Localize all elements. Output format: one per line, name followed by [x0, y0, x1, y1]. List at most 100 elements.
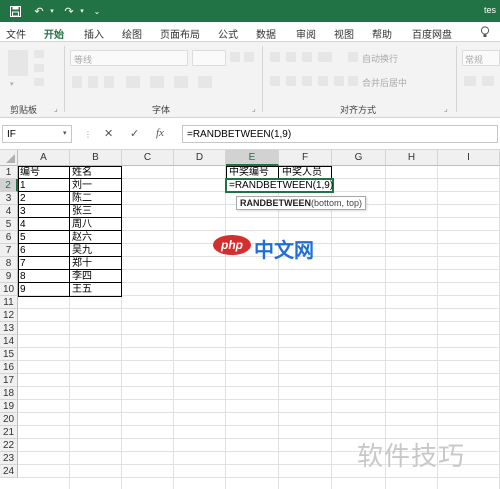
row-header-8[interactable]: 8: [0, 257, 18, 270]
align-right-icon[interactable]: [302, 76, 312, 86]
font-launcher-icon[interactable]: ⌟: [252, 104, 256, 113]
row-header-14[interactable]: 14: [0, 335, 18, 348]
increase-indent-icon[interactable]: [334, 76, 344, 86]
cell-b6[interactable]: 赵六: [70, 231, 92, 244]
row-header-10[interactable]: 10: [0, 283, 18, 296]
tab-insert[interactable]: 插入: [84, 26, 104, 41]
row-header-23[interactable]: 23: [0, 452, 18, 465]
bold-icon[interactable]: [72, 76, 82, 88]
cell-a6[interactable]: 5: [18, 231, 26, 244]
increase-font-icon[interactable]: [230, 52, 240, 62]
row-header-24[interactable]: 24: [0, 465, 18, 478]
row-header-17[interactable]: 17: [0, 374, 18, 387]
cell-b10[interactable]: 王五: [70, 283, 92, 296]
cell-e2-editor[interactable]: =RANDBETWEEN(1,9): [227, 179, 333, 192]
cell-b4[interactable]: 张三: [70, 205, 92, 218]
tab-view[interactable]: 视图: [334, 26, 354, 41]
column-header-c[interactable]: C: [122, 150, 174, 166]
cut-icon[interactable]: [34, 50, 44, 58]
row-header-13[interactable]: 13: [0, 322, 18, 335]
tab-review[interactable]: 审阅: [296, 26, 316, 41]
row-header-21[interactable]: 21: [0, 426, 18, 439]
decrease-font-icon[interactable]: [244, 52, 254, 62]
row-header-11[interactable]: 11: [0, 296, 18, 309]
cell-a1[interactable]: 编号: [18, 166, 40, 179]
customize-toolbar-icon[interactable]: ⌄: [92, 4, 102, 18]
font-size-box[interactable]: [192, 50, 226, 66]
redo-dropdown-icon[interactable]: ▾: [78, 4, 86, 18]
align-left-icon[interactable]: [270, 76, 280, 86]
paste-icon[interactable]: [8, 50, 28, 76]
cell-b5[interactable]: 周八: [70, 218, 92, 231]
row-header-2[interactable]: 2: [0, 179, 18, 192]
undo-dropdown-icon[interactable]: ▾: [48, 4, 56, 18]
row-header-20[interactable]: 20: [0, 413, 18, 426]
lightbulb-icon[interactable]: [480, 26, 490, 41]
column-header-g[interactable]: G: [332, 150, 386, 166]
currency-icon[interactable]: [464, 76, 476, 86]
cancel-icon[interactable]: ✕: [104, 127, 113, 140]
wrap-text-label[interactable]: 自动换行: [362, 52, 398, 65]
column-header-f[interactable]: F: [279, 150, 332, 166]
tab-home[interactable]: 开始: [44, 26, 64, 46]
cell-b7[interactable]: 吴九: [70, 244, 92, 257]
tab-file[interactable]: 文件: [6, 26, 26, 41]
tab-data[interactable]: 数据: [256, 26, 276, 41]
align-middle-icon[interactable]: [286, 52, 296, 62]
cell-a7[interactable]: 6: [18, 244, 26, 257]
column-header-d[interactable]: D: [174, 150, 226, 166]
row-header-16[interactable]: 16: [0, 361, 18, 374]
tab-help[interactable]: 帮助: [372, 26, 392, 41]
font-color-icon[interactable]: [174, 76, 188, 88]
row-header-4[interactable]: 4: [0, 205, 18, 218]
tab-formulas[interactable]: 公式: [218, 26, 238, 41]
align-bottom-icon[interactable]: [302, 52, 312, 62]
italic-icon[interactable]: [88, 76, 98, 88]
align-top-icon[interactable]: [270, 52, 280, 62]
undo-icon[interactable]: ↶: [32, 4, 46, 18]
tooltip-function-name[interactable]: RANDBETWEEN: [240, 198, 311, 208]
format-painter-icon[interactable]: [34, 78, 44, 86]
merge-center-label[interactable]: 合并后居中: [362, 76, 407, 89]
row-header-9[interactable]: 9: [0, 270, 18, 283]
row-header-22[interactable]: 22: [0, 439, 18, 452]
row-header-19[interactable]: 19: [0, 400, 18, 413]
cell-a3[interactable]: 2: [18, 192, 26, 205]
worksheet-grid[interactable]: A B C D E F G H I 1 2 3 4 5 6 7 8 9 10 1…: [0, 150, 500, 489]
cell-b1[interactable]: 姓名: [70, 166, 92, 179]
align-center-icon[interactable]: [286, 76, 296, 86]
row-header-12[interactable]: 12: [0, 309, 18, 322]
copy-icon[interactable]: [34, 64, 44, 72]
insert-function-icon[interactable]: fx: [156, 127, 164, 139]
function-tooltip[interactable]: RANDBETWEEN(bottom, top): [236, 196, 367, 210]
column-header-b[interactable]: B: [70, 150, 122, 166]
select-all-corner[interactable]: [0, 150, 18, 166]
orientation-icon[interactable]: [318, 52, 332, 62]
formula-input[interactable]: =RANDBETWEEN(1,9): [182, 125, 498, 143]
redo-icon[interactable]: ↷: [62, 4, 76, 18]
cell-a5[interactable]: 4: [18, 218, 26, 231]
row-header-1[interactable]: 1: [0, 166, 18, 179]
cell-a2[interactable]: 1: [18, 179, 26, 192]
borders-icon[interactable]: [126, 76, 140, 88]
cell-a9[interactable]: 8: [18, 270, 26, 283]
phonetic-icon[interactable]: [198, 76, 212, 88]
cell-b9[interactable]: 李四: [70, 270, 92, 283]
percent-icon[interactable]: [482, 76, 494, 86]
row-header-18[interactable]: 18: [0, 387, 18, 400]
tab-baidu-netdisk[interactable]: 百度网盘: [412, 26, 452, 41]
column-header-h[interactable]: H: [386, 150, 438, 166]
row-header-15[interactable]: 15: [0, 348, 18, 361]
column-header-a[interactable]: A: [18, 150, 70, 166]
row-header-6[interactable]: 6: [0, 231, 18, 244]
alignment-launcher-icon[interactable]: ⌟: [444, 104, 448, 113]
row-header-3[interactable]: 3: [0, 192, 18, 205]
column-header-e[interactable]: E: [226, 150, 279, 166]
tab-draw[interactable]: 绘图: [122, 26, 142, 41]
column-header-i[interactable]: I: [438, 150, 500, 166]
cell-a4[interactable]: 3: [18, 205, 26, 218]
fill-color-icon[interactable]: [150, 76, 164, 88]
save-icon[interactable]: [8, 4, 22, 18]
enter-icon[interactable]: ✓: [130, 127, 139, 140]
cell-b8[interactable]: 郑十: [70, 257, 92, 270]
